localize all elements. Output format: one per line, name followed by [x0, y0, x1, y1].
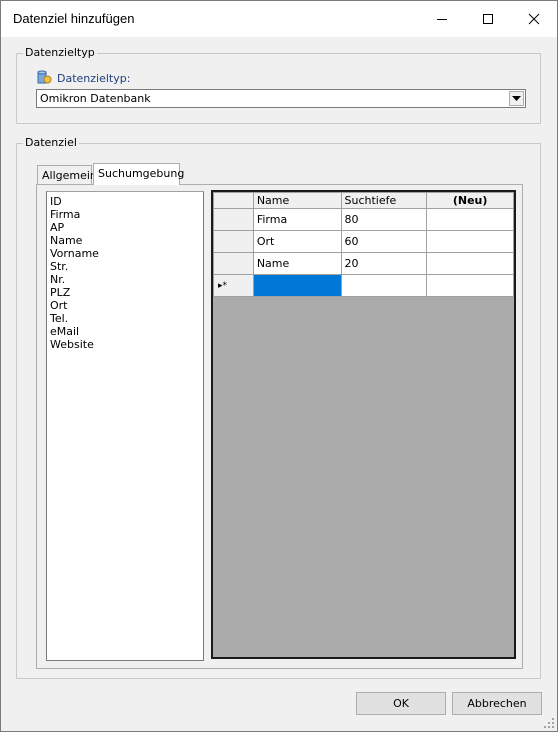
datenziel-legend: Datenziel [23, 136, 79, 149]
window-title: Datenziel hinzufügen [13, 11, 135, 26]
list-item[interactable]: AP [49, 221, 201, 234]
cell-suchtiefe[interactable]: 20 [340, 252, 428, 275]
cancel-button[interactable]: Abbrechen [452, 692, 542, 715]
new-row[interactable]: ▸* [213, 274, 514, 297]
column-header-name[interactable]: Name [252, 192, 342, 209]
datenzieltyp-combobox[interactable]: Omikron Datenbank [36, 89, 526, 108]
list-item[interactable]: Website [49, 338, 201, 351]
table-row[interactable]: Name 20 [213, 252, 514, 275]
cell-suchtiefe[interactable]: 80 [340, 208, 428, 231]
title-bar: Datenziel hinzufügen [1, 1, 557, 37]
cell-neu[interactable] [426, 274, 514, 297]
close-button[interactable] [511, 1, 557, 37]
list-item[interactable]: Tel. [49, 312, 201, 325]
ok-button-label: OK [393, 697, 409, 710]
combobox-value: Omikron Datenbank [40, 92, 151, 105]
row-header[interactable] [213, 230, 254, 253]
maximize-icon [483, 14, 493, 24]
cell-neu[interactable] [426, 230, 514, 253]
cell-neu[interactable] [426, 252, 514, 275]
grid-table: Name Suchtiefe (Neu) Firma 80 Ort 60 Nam… [213, 192, 514, 297]
cell-suchtiefe[interactable] [340, 274, 428, 297]
database-icon [36, 69, 52, 85]
column-header-neu[interactable]: (Neu) [426, 192, 514, 209]
cell-name[interactable]: Name [252, 252, 342, 275]
list-item[interactable]: PLZ [49, 286, 201, 299]
fields-listbox[interactable]: ID Firma AP Name Vorname Str. Nr. PLZ Or… [46, 191, 204, 661]
resize-grip-icon[interactable] [543, 717, 555, 732]
dialog-window: Datenziel hinzufügen Datenzieltyp Datenz… [0, 0, 558, 732]
row-header[interactable] [213, 252, 254, 275]
close-icon [528, 13, 540, 25]
chevron-down-icon [512, 95, 521, 101]
list-item[interactable]: Firma [49, 208, 201, 221]
list-item[interactable]: ID [49, 195, 201, 208]
maximize-button[interactable] [465, 1, 511, 37]
column-header-suchtiefe[interactable]: Suchtiefe [340, 192, 428, 209]
datenzieltyp-legend: Datenzieltyp [23, 46, 97, 59]
combobox-dropdown-button[interactable] [509, 91, 524, 106]
table-row[interactable]: Firma 80 [213, 208, 514, 231]
new-row-marker[interactable]: ▸* [213, 274, 254, 297]
ok-button[interactable]: OK [356, 692, 446, 715]
cell-name[interactable]: Firma [252, 208, 342, 231]
table-row[interactable]: Ort 60 [213, 230, 514, 253]
cell-neu[interactable] [426, 208, 514, 231]
minimize-button[interactable] [419, 1, 465, 37]
tab-label: Allgemein [42, 169, 97, 182]
suchumgebung-grid[interactable]: Name Suchtiefe (Neu) Firma 80 Ort 60 Nam… [211, 190, 516, 659]
cancel-button-label: Abbrechen [467, 697, 527, 710]
tab-label: Suchumgebung [98, 167, 185, 180]
cell-name[interactable]: Ort [252, 230, 342, 253]
tab-allgemein[interactable]: Allgemein [37, 165, 97, 185]
list-item[interactable]: Name [49, 234, 201, 247]
tab-suchumgebung[interactable]: Suchumgebung [93, 163, 184, 185]
list-item[interactable]: Ort [49, 299, 201, 312]
datenzieltyp-label: Datenzieltyp: [57, 72, 131, 85]
grid-header-row: Name Suchtiefe (Neu) [213, 192, 514, 209]
grid-corner-cell [213, 192, 254, 209]
row-header[interactable] [213, 208, 254, 231]
list-item[interactable]: eMail [49, 325, 201, 338]
cell-suchtiefe[interactable]: 60 [340, 230, 428, 253]
list-item[interactable]: Nr. [49, 273, 201, 286]
list-item[interactable]: Vorname [49, 247, 201, 260]
list-item[interactable]: Str. [49, 260, 201, 273]
minimize-icon [437, 19, 447, 20]
selected-cell[interactable] [252, 274, 342, 297]
